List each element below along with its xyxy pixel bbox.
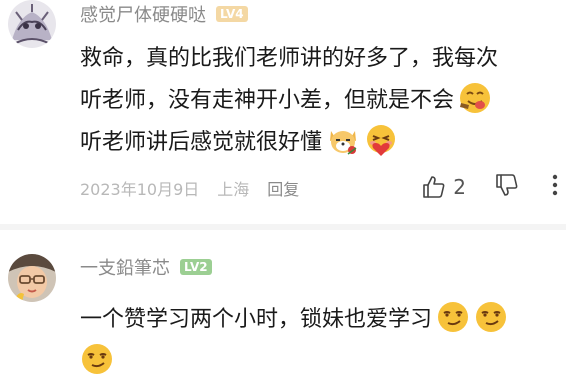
- tongue-emoji-icon: [460, 83, 491, 113]
- reply-button[interactable]: 回复: [267, 176, 299, 200]
- comment-actions: 2: [421, 172, 560, 202]
- heart-hug-emoji-icon: [367, 125, 396, 156]
- more-options-button[interactable]: [550, 172, 560, 202]
- comment-meta: 2023年10月9日 上海 回复: [80, 176, 299, 200]
- comment-line: 听老师讲后感觉就很好懂: [80, 130, 323, 155]
- like-count: 2: [453, 175, 466, 199]
- comment-line-with-emoji: 一个赞学习两个小时，锁妹也爱学习: [80, 299, 556, 341]
- comment-item: 一支鉛筆芯 LV2 一个赞学习两个小时，锁妹也爱学习: [0, 240, 566, 385]
- thumbs-up-icon: [423, 176, 445, 198]
- comment-line-with-emoji: 听老师，没有走神开小差，但就是不会: [80, 80, 556, 122]
- level-badge: LV4: [216, 6, 248, 22]
- comment-text: 救命，真的比我们老师讲的好多了，我每次 听老师，没有走神开小差，但就是不会 听老…: [80, 38, 556, 164]
- thumbs-down-icon: [496, 174, 518, 196]
- username-row: 一支鉛筆芯 LV2: [80, 254, 212, 280]
- comment-text: 一个赞学习两个小时，锁妹也爱学习: [80, 299, 556, 383]
- more-vertical-icon: [552, 174, 558, 196]
- smirk-emoji-icon: [438, 302, 469, 332]
- avatar[interactable]: [8, 0, 56, 48]
- dislike-button[interactable]: [494, 172, 520, 202]
- comment-line: 救命，真的比我们老师讲的好多了，我每次: [80, 46, 499, 71]
- comment-date: 2023年10月9日: [80, 180, 200, 199]
- smirk-emoji-icon: [476, 302, 507, 332]
- comment-line-with-emoji: 听老师讲后感觉就很好懂: [80, 122, 556, 164]
- like-button[interactable]: 2: [421, 174, 466, 200]
- username-row: 感觉尸体硬硬哒 LV4: [80, 1, 248, 27]
- username[interactable]: 感觉尸体硬硬哒: [80, 1, 206, 27]
- username[interactable]: 一支鉛筆芯: [80, 254, 170, 280]
- comment-item: 感觉尸体硬硬哒 LV4 救命，真的比我们老师讲的好多了，我每次 听老师，没有走神…: [0, 0, 566, 222]
- divider: [0, 224, 566, 230]
- flower-dog-emoji-icon: [330, 131, 357, 155]
- comment-line: 一个赞学习两个小时，锁妹也爱学习: [80, 307, 433, 332]
- comment-location: 上海: [217, 180, 250, 199]
- smirk-emoji-icon: [82, 344, 112, 374]
- comment-list: 感觉尸体硬硬哒 LV4 救命，真的比我们老师讲的好多了，我每次 听老师，没有走神…: [0, 0, 566, 385]
- level-badge: LV2: [180, 259, 212, 275]
- comment-line-with-emoji: [80, 341, 556, 383]
- comment-line: 听老师，没有走神开小差，但就是不会: [80, 88, 455, 113]
- avatar[interactable]: [8, 254, 56, 302]
